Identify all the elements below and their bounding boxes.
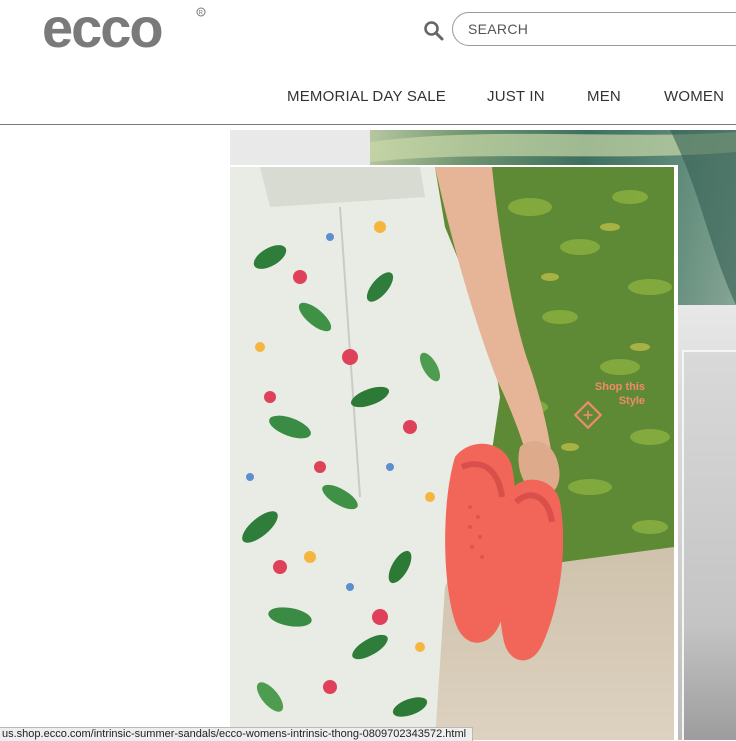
nav-item-men[interactable]: MEN <box>587 88 621 105</box>
nav-item-just-in[interactable]: JUST IN <box>487 88 545 105</box>
plus-diamond-icon[interactable] <box>571 398 605 432</box>
nav-item-memorial-day-sale[interactable]: MEMORIAL DAY SALE <box>287 88 446 105</box>
ecco-logo[interactable]: ecco R <box>42 0 208 59</box>
shop-label-line1: Shop this <box>594 381 645 393</box>
nav-item-women[interactable]: WOMEN <box>664 88 724 105</box>
collage-tile-right-detail <box>682 350 736 740</box>
main-nav: MEMORIAL DAY SALE JUST IN MEN WOMEN <box>0 88 736 108</box>
search-input[interactable] <box>452 12 736 46</box>
browser-status-bar: us.shop.ecco.com/intrinsic-summer-sandal… <box>0 727 474 741</box>
hero-collage: Shop this Style <box>0 125 736 740</box>
main-product-tile[interactable]: Shop this Style <box>230 165 678 740</box>
lifestyle-photo[interactable] <box>230 167 674 740</box>
collage-tile-grey <box>230 130 370 165</box>
search-icon[interactable] <box>423 20 445 42</box>
svg-text:R: R <box>199 10 204 16</box>
svg-text:ecco: ecco <box>42 6 162 52</box>
